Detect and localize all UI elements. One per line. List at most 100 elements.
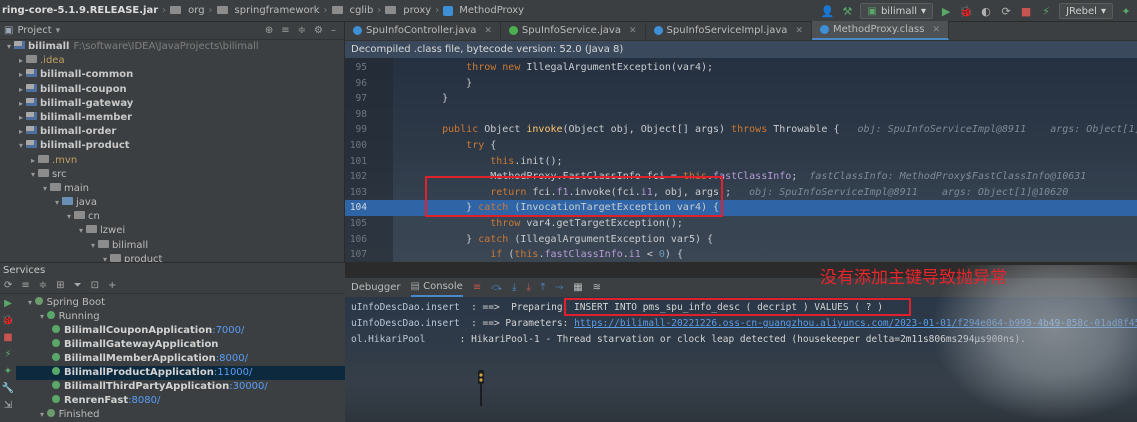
jrebel-logo-icon[interactable]: ✦ — [1119, 4, 1133, 18]
service-tree-row[interactable]: BilimallCouponApplication:7000/ — [16, 324, 244, 338]
chevron-down-icon[interactable]: ▾ — [28, 168, 38, 182]
service-tree-row[interactable]: BilimallThirdPartyApplication:30000/ — [16, 380, 268, 394]
close-tab-icon[interactable]: ✕ — [932, 25, 940, 35]
tree-node[interactable]: ▾ lzwei — [0, 224, 344, 238]
tab-console[interactable]: ▤ Console — [410, 278, 463, 297]
chevron-right-icon[interactable]: ▸ — [28, 154, 38, 168]
filter-icon[interactable]: ⏷ — [74, 280, 82, 291]
chevron-down-icon[interactable]: ▾ — [40, 182, 50, 196]
code-editor[interactable]: 95 throw new IllegalArgumentException(va… — [345, 58, 1137, 262]
breadcrumb-item[interactable]: cglib — [350, 5, 374, 16]
chevron-down-icon[interactable]: ▾ — [28, 298, 35, 307]
jrebel-icon[interactable]: ⚡ — [4, 349, 11, 360]
tree-node[interactable]: ▾ cn — [0, 210, 344, 224]
run-icon[interactable]: ▶ — [939, 4, 953, 18]
service-tree-row[interactable]: RenrenFast:8080/ — [16, 394, 160, 408]
chevron-down-icon[interactable]: ▾ — [76, 224, 86, 238]
chevron-down-icon[interactable]: ▾ — [64, 210, 74, 224]
chevron-down-icon[interactable]: ▾ — [88, 239, 98, 253]
console-output[interactable]: uInfoDescDao.insert : ==> Preparing: INS… — [345, 297, 1137, 422]
tree-node[interactable]: ▸ .idea — [0, 54, 344, 68]
chevron-down-icon[interactable]: ▾ — [40, 410, 47, 419]
breadcrumb-item[interactable]: proxy — [403, 5, 431, 16]
debug-icon[interactable]: 🐞 — [2, 315, 14, 326]
tree-node[interactable]: ▾ java — [0, 196, 344, 210]
jrebel-debug-icon[interactable]: ✦ — [4, 366, 12, 377]
service-port-link[interactable]: :8080/ — [128, 395, 160, 406]
jrebel-run-icon[interactable]: ⚡ — [1039, 4, 1053, 18]
user-icon[interactable]: 👤 — [820, 4, 835, 18]
coverage-icon[interactable]: ◐ — [979, 4, 993, 18]
service-port-link[interactable]: :11000/ — [214, 367, 253, 378]
chevron-right-icon[interactable]: ▸ — [16, 111, 26, 125]
service-tree-row[interactable]: ▾ Finished — [16, 408, 100, 422]
editor-tab[interactable]: SpuInfoController.java ✕ — [345, 21, 501, 40]
wrench-icon[interactable]: 🔧 — [2, 383, 14, 394]
service-port-link[interactable]: :7000/ — [212, 325, 244, 336]
close-tab-icon[interactable]: ✕ — [795, 26, 803, 36]
locate-file-icon[interactable]: ⊕ — [265, 25, 273, 36]
tree-node[interactable]: ▸ bilimall-common — [0, 68, 344, 82]
refresh-icon[interactable]: ⟳ — [4, 280, 12, 291]
service-port-link[interactable]: :30000/ — [229, 381, 268, 392]
project-panel-title[interactable]: Project — [17, 25, 51, 36]
tab-debugger[interactable]: Debugger — [351, 282, 401, 293]
collapse-all-icon[interactable]: ≑ — [39, 280, 47, 291]
rerun-icon[interactable]: ▶ — [4, 298, 12, 309]
settings-gear-icon[interactable]: ⚙ — [314, 25, 323, 36]
chevron-down-icon[interactable]: ▾ — [56, 26, 61, 36]
add-service-icon[interactable]: ⊡ — [91, 280, 99, 291]
service-tree-row[interactable]: BilimallMemberApplication:8000/ — [16, 352, 248, 366]
code-line[interactable]: 101 this.init(); — [345, 154, 1137, 170]
chevron-right-icon[interactable]: ▸ — [16, 83, 26, 97]
build-hammer-icon[interactable]: ⚒ — [840, 4, 854, 18]
chevron-right-icon[interactable]: ▸ — [16, 97, 26, 111]
tree-node[interactable]: ▸ bilimall-coupon — [0, 83, 344, 97]
add-icon[interactable]: + — [108, 280, 116, 291]
chevron-down-icon[interactable]: ▾ — [4, 40, 14, 54]
jrebel-combo[interactable]: JRebel ▾ — [1059, 3, 1113, 19]
step-out-icon[interactable]: ⤒ — [541, 282, 545, 293]
minimize-icon[interactable]: – — [331, 25, 336, 36]
tree-node[interactable]: ▾ bilimall — [0, 239, 344, 253]
expand-all-icon[interactable]: ≡ — [21, 280, 29, 291]
step-into-icon[interactable]: ⤓ — [512, 282, 516, 293]
tree-node[interactable]: ▸ bilimall-order — [0, 125, 344, 139]
close-tab-icon[interactable]: ✕ — [629, 26, 637, 36]
tree-node[interactable]: ▸ bilimall-member — [0, 111, 344, 125]
show-execution-point-icon[interactable]: ≡ — [473, 282, 481, 293]
collapse-all-icon[interactable]: ≡ — [281, 25, 289, 36]
service-port-link[interactable]: :8000/ — [216, 353, 248, 364]
code-line[interactable]: 98 — [345, 107, 1137, 123]
chevron-down-icon[interactable]: ▾ — [100, 253, 110, 262]
close-tab-icon[interactable]: ✕ — [484, 26, 492, 36]
breadcrumb-item[interactable]: MethodProxy — [459, 5, 524, 16]
trace-icon[interactable]: ≋ — [593, 282, 601, 293]
tree-node[interactable]: ▸ .mvn — [0, 154, 344, 168]
code-line[interactable]: 99 public Object invoke(Object obj, Obje… — [345, 122, 1137, 138]
service-tree-row[interactable]: ▾ Running — [16, 310, 100, 324]
tree-node[interactable]: ▾ product — [0, 253, 344, 262]
code-line[interactable]: 100 try { — [345, 138, 1137, 154]
tree-node[interactable]: ▾ src — [0, 168, 344, 182]
tree-node[interactable]: ▾ bilimall F:\software\IDEA\JavaProjects\b… — [0, 40, 344, 54]
profiler-icon[interactable]: ⟳ — [999, 4, 1013, 18]
chevron-down-icon[interactable]: ▾ — [40, 312, 47, 321]
step-over-icon[interactable]: ⤼ — [491, 282, 502, 293]
code-line[interactable]: 105 throw var4.getTargetException(); — [345, 216, 1137, 232]
run-to-cursor-icon[interactable]: ⤑ — [555, 282, 563, 293]
group-by-icon[interactable]: ⊞ — [56, 280, 64, 291]
chevron-right-icon[interactable]: ▸ — [16, 125, 26, 139]
stop-icon[interactable]: ■ — [3, 332, 12, 343]
code-line[interactable]: 97 } — [345, 91, 1137, 107]
evaluate-icon[interactable]: ▦ — [573, 282, 582, 293]
run-config-combo[interactable]: ▣ bilimall ▾ — [860, 3, 934, 19]
tree-node[interactable]: ▸ bilimall-gateway — [0, 97, 344, 111]
code-line[interactable]: 95 throw new IllegalArgumentException(va… — [345, 60, 1137, 76]
code-line[interactable]: 96 } — [345, 76, 1137, 92]
chevron-right-icon[interactable]: ▸ — [16, 54, 26, 68]
chevron-down-icon[interactable]: ▾ — [16, 139, 26, 153]
tree-node[interactable]: ▾ main — [0, 182, 344, 196]
log-url-link[interactable]: https://bilimall-20221226.oss-cn-guangzh… — [574, 318, 1137, 329]
service-tree-row[interactable]: BilimallProductApplication:11000/ — [16, 366, 345, 380]
